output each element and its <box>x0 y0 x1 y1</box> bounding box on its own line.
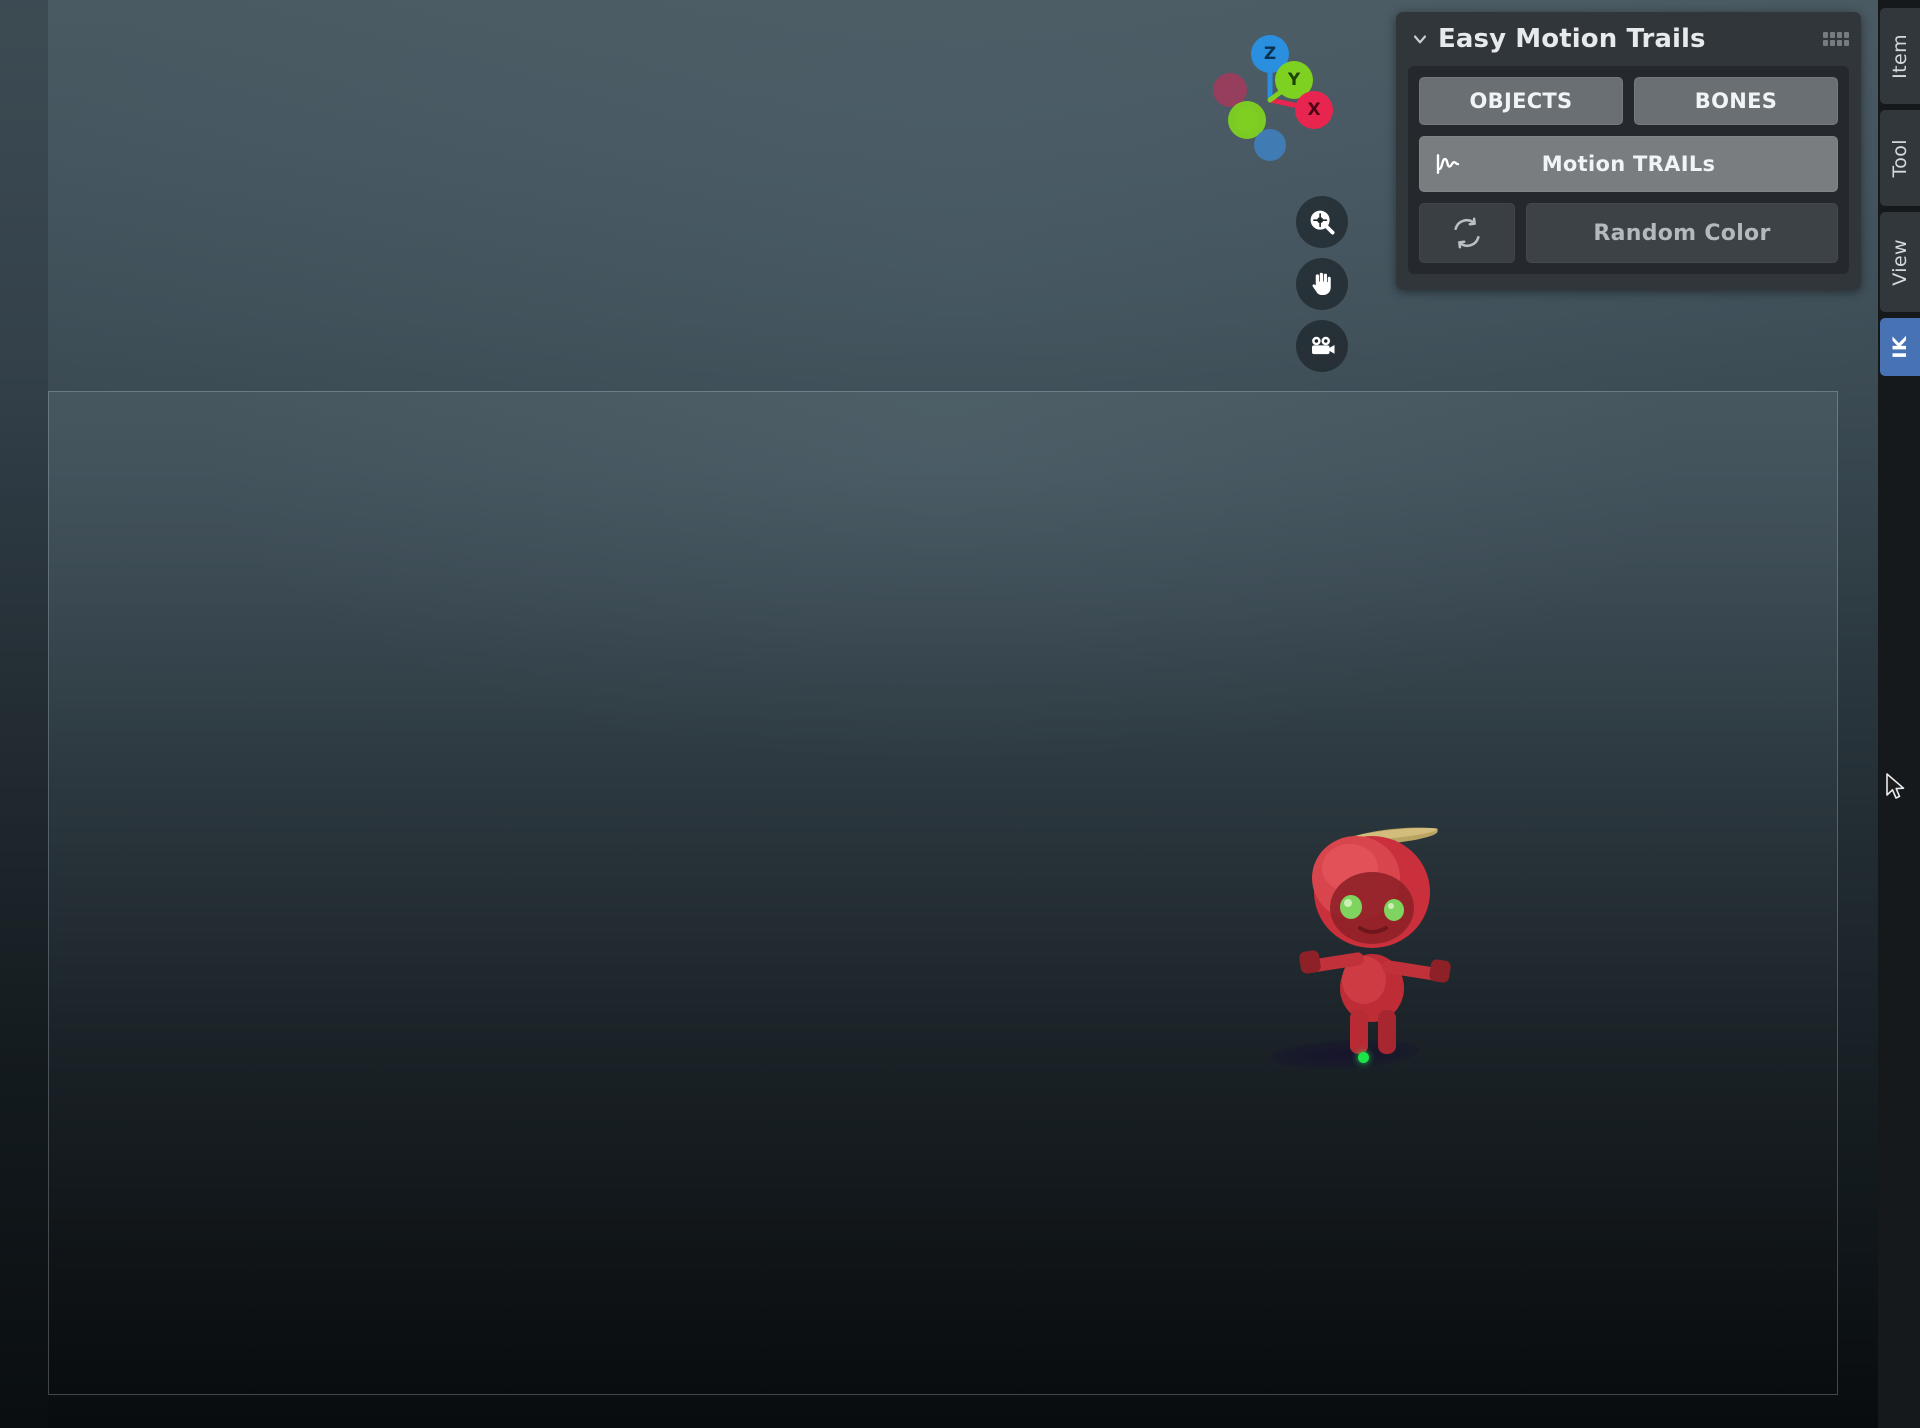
mode-toggle-row: OBJECTS BONES <box>1419 77 1838 125</box>
viewport-render-region[interactable] <box>48 391 1838 1395</box>
tab-tool-label: Tool <box>1889 138 1911 178</box>
random-color-row: Random Color <box>1419 203 1838 263</box>
character-model[interactable] <box>1290 820 1460 1070</box>
hand-pan-icon[interactable] <box>1296 258 1348 310</box>
viewport-navigation-gizmo[interactable]: Z Y X <box>1190 20 1350 180</box>
zoom-icon[interactable] <box>1296 196 1348 248</box>
tab-ik[interactable]: IK <box>1880 318 1920 376</box>
sidebar-tab-strip: Item Tool View IK <box>1878 0 1920 1428</box>
refresh-cycle-icon[interactable] <box>1419 203 1515 263</box>
objects-button-label: OBJECTS <box>1469 89 1573 113</box>
gizmo-axis-x-label: X <box>1307 100 1321 120</box>
motion-trails-button[interactable]: Motion TRAILs <box>1419 136 1838 192</box>
random-color-button[interactable]: Random Color <box>1526 203 1838 263</box>
mouse-pointer <box>1886 773 1905 799</box>
blender-3d-viewport-screen: Z Y X Easy Motion Trails OBJECTS BONES M… <box>0 0 1920 1428</box>
motion-trails-button-label: Motion TRAILs <box>1541 152 1716 176</box>
object-origin-marker <box>1358 1052 1369 1063</box>
tab-ik-label: IK <box>1889 335 1911 359</box>
bones-button[interactable]: BONES <box>1634 77 1838 125</box>
objects-button[interactable]: OBJECTS <box>1419 77 1623 125</box>
panel-title: Easy Motion Trails <box>1438 24 1706 54</box>
tab-view[interactable]: View <box>1880 212 1920 312</box>
tab-item-label: Item <box>1889 33 1911 79</box>
tab-item[interactable]: Item <box>1880 8 1920 104</box>
easy-motion-trails-panel: Easy Motion Trails OBJECTS BONES Motion … <box>1396 12 1861 290</box>
tab-view-label: View <box>1889 238 1911 286</box>
camera-icon[interactable] <box>1296 320 1348 372</box>
gizmo-axis-x[interactable]: X <box>1295 91 1333 129</box>
gizmo-axis-z-label: Z <box>1263 44 1277 64</box>
bones-button-label: BONES <box>1694 89 1778 113</box>
tab-tool[interactable]: Tool <box>1880 110 1920 206</box>
panel-body: OBJECTS BONES Motion TRAILs Random Color <box>1408 66 1849 274</box>
random-color-button-label: Random Color <box>1593 220 1771 246</box>
drag-grip-icon[interactable] <box>1823 32 1849 46</box>
viewport-left-gutter <box>0 0 48 1428</box>
motion-trails-row: Motion TRAILs <box>1419 136 1838 192</box>
motion-curve-icon <box>1436 154 1460 174</box>
viewport-nav-buttons <box>1296 196 1348 372</box>
chevron-down-icon[interactable] <box>1410 29 1430 49</box>
gizmo-axis-y-label: Y <box>1287 70 1301 90</box>
panel-header[interactable]: Easy Motion Trails <box>1396 12 1861 66</box>
